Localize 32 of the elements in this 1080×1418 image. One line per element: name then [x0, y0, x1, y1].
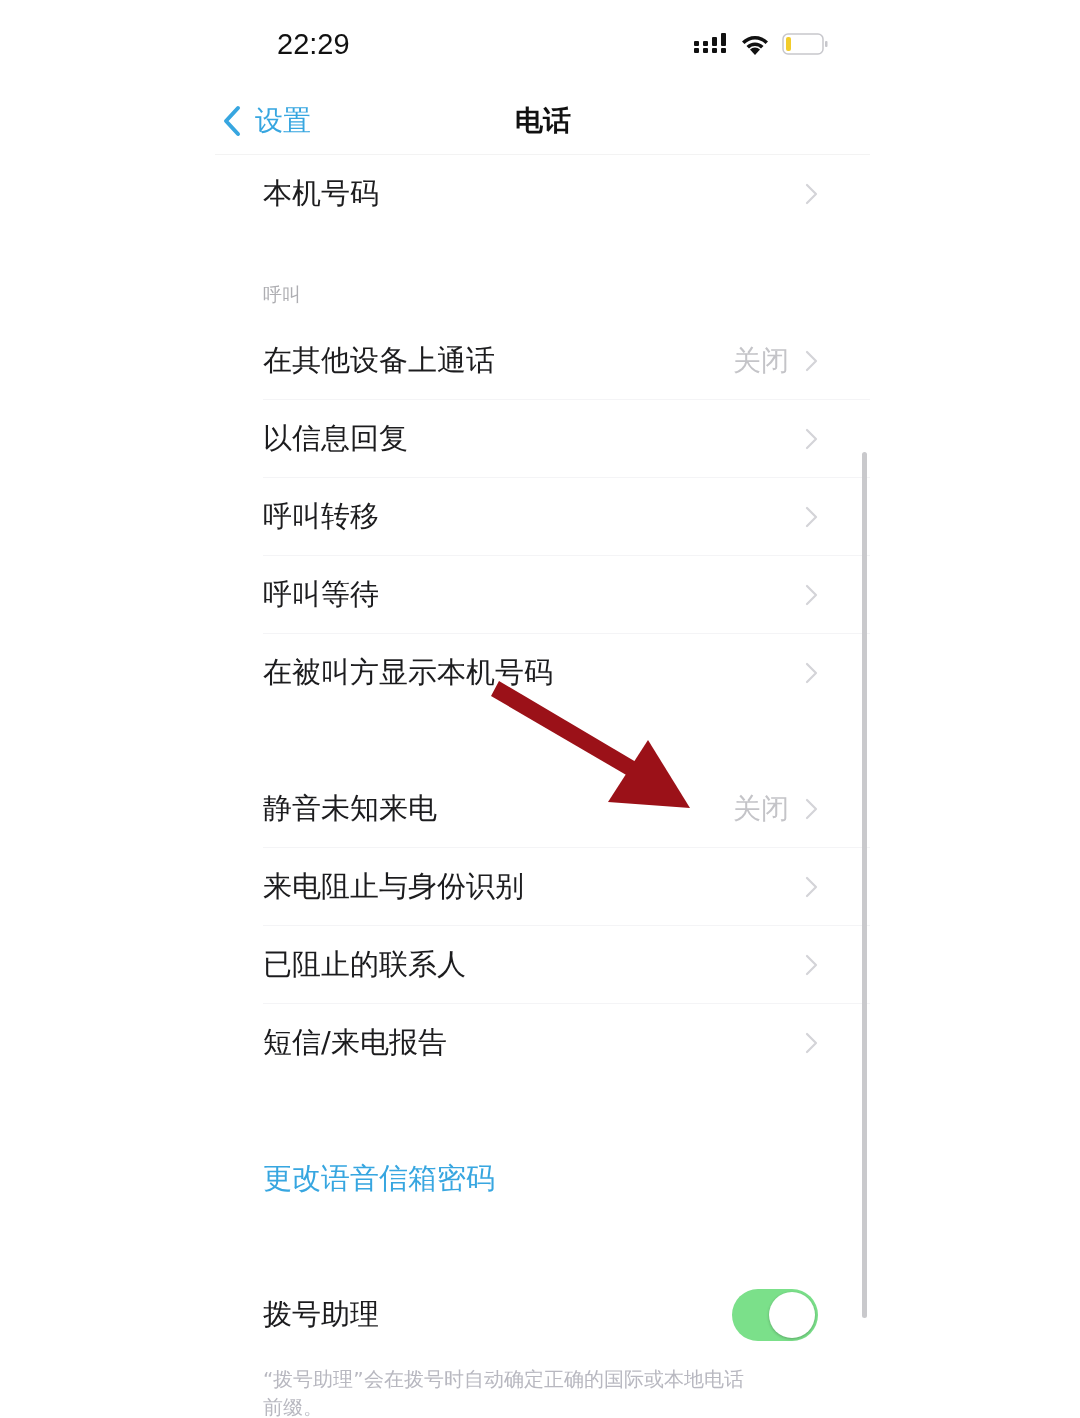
- row-label[interactable]: 短信/来电报告: [263, 1022, 805, 1063]
- chevron-right-icon: [805, 875, 818, 898]
- row-label[interactable]: 以信息回复: [263, 418, 805, 459]
- chevron-right-icon: [805, 661, 818, 684]
- chevron-right-icon: [805, 797, 818, 820]
- row-value: 关闭: [733, 342, 789, 379]
- chevron-right-icon: [805, 182, 818, 205]
- chevron-right-icon: [805, 427, 818, 450]
- row-label: 拨号助理: [263, 1295, 380, 1333]
- row-label[interactable]: 本机号码: [263, 173, 805, 214]
- battery-icon: [782, 33, 828, 55]
- row-value: 关闭: [733, 790, 789, 827]
- signal-icon: [694, 33, 728, 55]
- footer-note: “拨号助理”会在拨号时自动确定正确的国际或本地电话前缀。: [262, 1366, 745, 1418]
- chevron-right-icon: [805, 505, 818, 528]
- wifi-icon: [740, 33, 770, 55]
- section-header: 呼叫: [263, 282, 301, 307]
- chevron-right-icon: [805, 953, 818, 976]
- row-label[interactable]: 静音未知来电: [263, 788, 733, 829]
- row-label[interactable]: 呼叫转移: [263, 496, 805, 537]
- row-label[interactable]: 来电阻止与身份识别: [263, 866, 805, 907]
- chevron-left-icon: [223, 105, 241, 137]
- row-label[interactable]: 在被叫方显示本机号码: [263, 652, 805, 693]
- chevron-right-icon: [805, 583, 818, 606]
- row-label[interactable]: 已阻止的联系人: [263, 944, 805, 985]
- row-label[interactable]: 在其他设备上通话: [263, 340, 733, 381]
- chevron-right-icon: [805, 349, 818, 372]
- chevron-right-icon: [805, 1031, 818, 1054]
- status-time: 22:29: [277, 27, 350, 61]
- nav-title: 电话: [514, 104, 571, 137]
- row-label[interactable]: 呼叫等待: [263, 574, 805, 615]
- toggle-switch[interactable]: [732, 1288, 818, 1341]
